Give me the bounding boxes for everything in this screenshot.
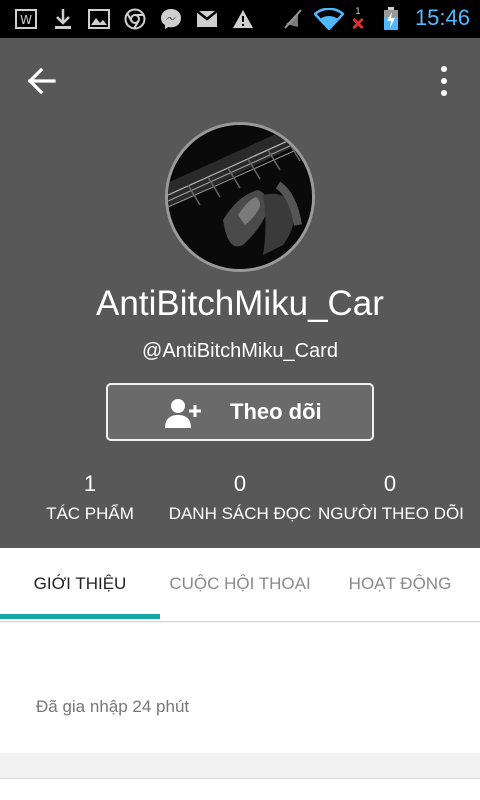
gmail-icon	[196, 8, 218, 30]
next-section-card	[0, 778, 480, 800]
profile-header: AntiBitchMiku_Car @AntiBitchMiku_Card Th…	[0, 38, 480, 548]
stat-label: TÁC PHẨM	[46, 504, 134, 523]
tab-about[interactable]: GIỚI THIỆU	[0, 548, 160, 620]
warning-icon	[232, 8, 254, 30]
tab-label: HOẠT ĐỘNG	[348, 574, 452, 593]
display-name: AntiBitchMiku_Car	[96, 284, 384, 323]
messenger-icon	[160, 8, 182, 30]
back-button[interactable]	[24, 64, 58, 98]
battery-charging-icon	[380, 7, 402, 30]
joined-text: Đã gia nhập 24 phút	[36, 697, 190, 716]
avatar-guitar-image	[168, 125, 312, 269]
more-options-button[interactable]	[432, 64, 456, 98]
avatar[interactable]	[165, 122, 315, 272]
add-person-icon	[165, 399, 201, 428]
stat-works[interactable]: 1 TÁC PHẨM	[30, 470, 150, 528]
stat-value: 0	[383, 471, 397, 496]
tab-label: CUỘC HỘI THOẠI	[169, 574, 311, 593]
stat-label: DANH SÁCH ĐỌC	[168, 504, 312, 523]
follow-button[interactable]: Theo dõi	[106, 383, 374, 441]
status-time: 15:46	[414, 5, 470, 30]
chrome-icon	[124, 8, 146, 30]
stat-value: 1	[83, 471, 97, 496]
more-vert-icon	[441, 66, 447, 96]
arrow-left-icon	[27, 67, 56, 95]
follow-label: Theo dõi	[230, 399, 322, 424]
svg-text:W: W	[20, 13, 32, 27]
username: @AntiBitchMiku_Card	[142, 340, 338, 362]
signal-badge: 1	[355, 7, 361, 17]
stat-followers[interactable]: 0 NGƯỜI THEO DÕI	[318, 470, 464, 528]
mute-icon	[282, 8, 304, 30]
stat-label: NGƯỜI THEO DÕI	[318, 504, 464, 523]
stat-value: 0	[233, 471, 247, 496]
download-icon	[52, 8, 74, 30]
about-panel: Đã gia nhập 24 phút	[0, 623, 480, 753]
w-icon: W	[14, 8, 38, 30]
active-tab-indicator	[0, 614, 160, 619]
tab-activity[interactable]: HOẠT ĐỘNG	[320, 548, 480, 620]
tab-label: GIỚI THIỆU	[33, 574, 127, 593]
tab-conversations[interactable]: CUỘC HỘI THOẠI	[160, 548, 320, 620]
stat-reading-lists[interactable]: 0 DANH SÁCH ĐỌC	[165, 470, 315, 528]
profile-tabs: GIỚI THIỆU CUỘC HỘI THOẠI HOẠT ĐỘNG	[0, 548, 480, 622]
wifi-icon	[314, 8, 344, 30]
image-icon	[88, 8, 110, 30]
no-signal-icon: 1	[348, 8, 368, 30]
status-bar: W 1 15:46	[0, 0, 480, 38]
